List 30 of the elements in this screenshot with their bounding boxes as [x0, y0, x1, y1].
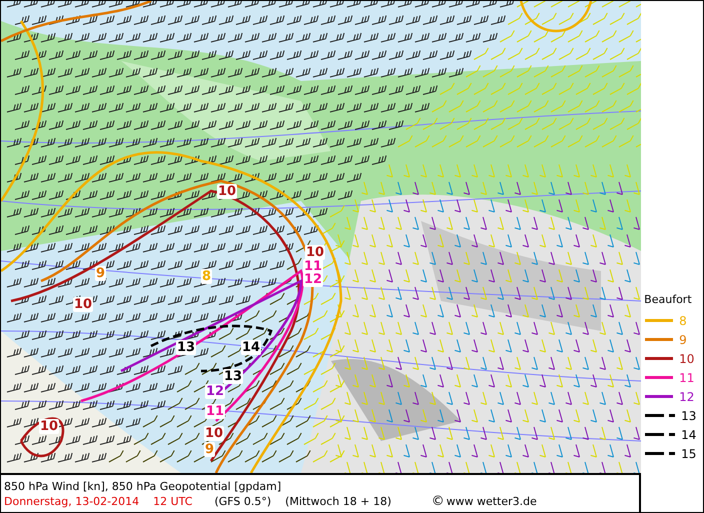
- contour-label: 10: [217, 184, 238, 199]
- run-label: (Mittwoch 18 + 18): [285, 494, 392, 508]
- copyright-mark: ©: [431, 494, 444, 508]
- contour-label: 9: [95, 266, 106, 281]
- contour-label: 12: [303, 272, 324, 287]
- contour-label: 8: [201, 269, 212, 284]
- contour-label: 13: [176, 340, 196, 355]
- contour-label: 12: [205, 384, 226, 399]
- legend-label: 8: [679, 312, 687, 330]
- contour-label: 9: [204, 442, 216, 457]
- legend-label: 10: [679, 350, 694, 368]
- forecast-date: Donnerstag, 13-02-2014: [4, 494, 140, 508]
- forecast-time: 12 UTC: [153, 494, 192, 508]
- contour-label: 10: [39, 419, 60, 434]
- contour-label: 10: [73, 297, 94, 312]
- legend-label: 14: [681, 426, 696, 444]
- chart-title: 850 hPa Wind [kn], 850 hPa Geopotential [gpdam]: [4, 478, 282, 494]
- contour-label: 13: [223, 369, 244, 384]
- contour-label: 11: [205, 404, 226, 419]
- legend-label: 11: [679, 370, 694, 386]
- legend-label: 12: [679, 388, 694, 406]
- contour-label: 14: [241, 340, 262, 355]
- contour-label: 10: [305, 245, 326, 260]
- legend-label: 15: [681, 446, 696, 462]
- site-label: www wetter3.de: [446, 494, 537, 508]
- legend-label: 9: [679, 332, 687, 348]
- contour-label: 10: [204, 426, 224, 441]
- model-label: (GFS 0.5°): [214, 494, 272, 508]
- legend-label: 13: [681, 408, 696, 424]
- legend-title: Beaufort: [643, 292, 693, 308]
